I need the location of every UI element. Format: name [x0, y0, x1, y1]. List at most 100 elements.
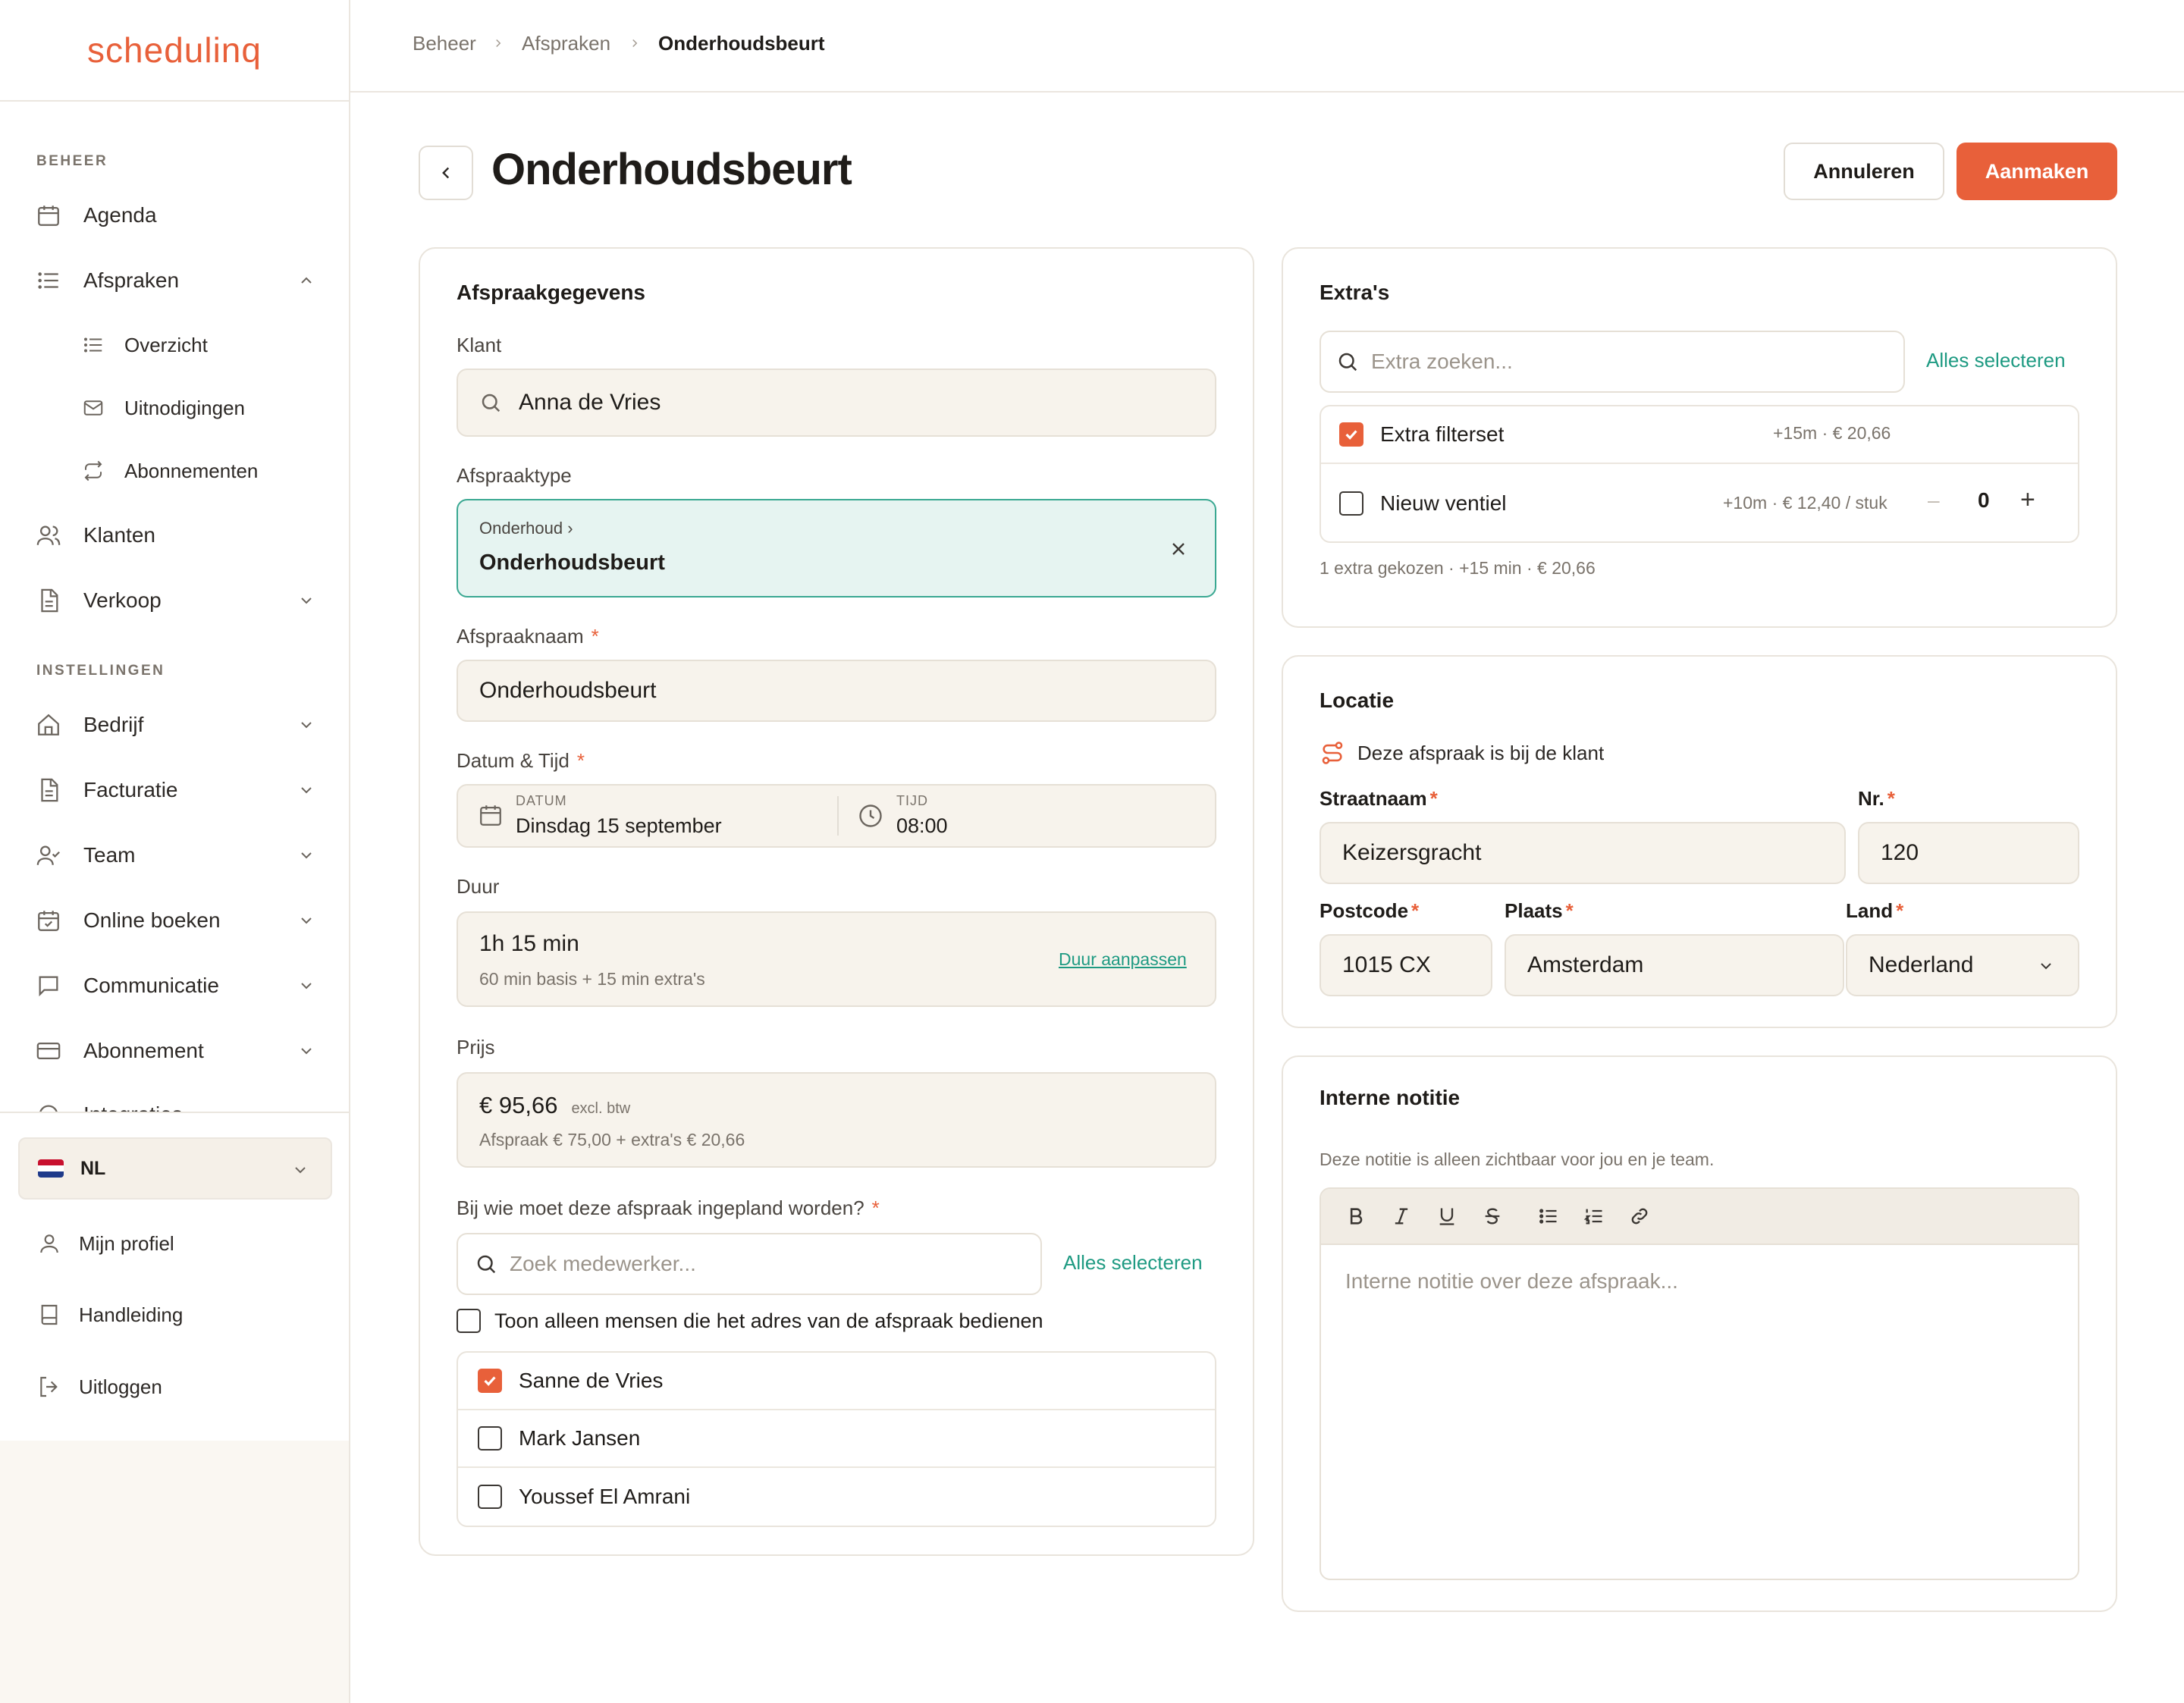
- time-value: 08:00: [896, 814, 948, 837]
- appointment-type-field[interactable]: Onderhoud › Onderhoudsbeurt: [457, 499, 1216, 597]
- bold-icon[interactable]: [1341, 1201, 1371, 1231]
- postcode-input[interactable]: 1015 CX: [1320, 934, 1492, 996]
- employee-row[interactable]: Sanne de Vries: [458, 1353, 1215, 1410]
- sidebar-item-label: Agenda: [83, 203, 157, 227]
- sidebar-subitem-abonnementen[interactable]: Abonnementen: [80, 450, 258, 491]
- extras-search-input[interactable]: Extra zoeken...: [1320, 331, 1905, 393]
- required-asterisk: *: [591, 625, 599, 648]
- checkbox-checked[interactable]: [478, 1369, 502, 1393]
- select-all-extras-link[interactable]: Alles selecteren: [1926, 349, 2066, 372]
- chevron-down-icon[interactable]: [297, 716, 315, 734]
- plug-icon: [33, 1099, 64, 1112]
- clock-icon: [859, 804, 882, 827]
- decrement-button[interactable]: –: [1928, 488, 1940, 513]
- close-icon[interactable]: [1168, 538, 1189, 560]
- chevron-right-icon: [632, 39, 638, 48]
- house-number-input[interactable]: 120: [1858, 822, 2079, 884]
- date-picker[interactable]: DATUM Dinsdag 15 september: [458, 786, 837, 846]
- sidebar-item-uitloggen[interactable]: Uitloggen: [35, 1366, 162, 1408]
- chevron-down-icon[interactable]: [297, 781, 315, 799]
- section-label-instellingen: INSTELLINGEN: [36, 663, 165, 679]
- label-text: Bij wie moet deze afspraak ingepland wor…: [457, 1196, 864, 1219]
- sidebar-item-label: Abonnement: [83, 1039, 204, 1062]
- invoice-icon: [33, 775, 64, 805]
- checkbox-checked[interactable]: [1339, 422, 1363, 447]
- adjust-duration-link[interactable]: Duur aanpassen: [1059, 949, 1187, 970]
- underline-icon[interactable]: [1432, 1201, 1462, 1231]
- employee-row[interactable]: Youssef El Amrani: [458, 1468, 1215, 1526]
- sidebar-item-label: Facturatie: [83, 778, 178, 801]
- bullet-list-icon[interactable]: [1533, 1201, 1564, 1231]
- chevron-up-icon[interactable]: [297, 271, 315, 290]
- breadcrumb-current: Onderhoudsbeurt: [658, 32, 825, 55]
- increment-button[interactable]: +: [2020, 485, 2035, 515]
- label-text: Land: [1846, 899, 1894, 922]
- checkbox-unchecked[interactable]: [1339, 491, 1363, 516]
- sidebar-item-afspraken[interactable]: Afspraken: [33, 258, 315, 303]
- chevron-down-icon[interactable]: [297, 911, 315, 930]
- appointment-name-input[interactable]: Onderhoudsbeurt: [457, 660, 1216, 722]
- appointment-name-value: Onderhoudsbeurt: [479, 678, 657, 703]
- duration-field: 1h 15 min 60 min basis + 15 min extra's …: [457, 911, 1216, 1007]
- sidebar-item-facturatie[interactable]: Facturatie: [33, 767, 315, 813]
- checkbox-unchecked[interactable]: [478, 1426, 502, 1451]
- create-button[interactable]: Aanmaken: [1956, 143, 2117, 200]
- breadcrumb-afspraken[interactable]: Afspraken: [522, 32, 610, 55]
- employee-row[interactable]: Mark Jansen: [458, 1410, 1215, 1468]
- chevron-down-icon[interactable]: [297, 977, 315, 995]
- app-logo[interactable]: schedulinq: [87, 30, 262, 71]
- back-button[interactable]: [419, 146, 473, 200]
- breadcrumb-beheer[interactable]: Beheer: [413, 32, 476, 55]
- address-filter-checkbox[interactable]: [457, 1309, 481, 1333]
- address-filter-checkbox-row[interactable]: Toon alleen mensen die het adres van de …: [457, 1309, 1043, 1333]
- extra-row[interactable]: Nieuw ventiel +10m · € 12,40 / stuk – 0 …: [1321, 464, 2078, 541]
- sidebar-item-agenda[interactable]: Agenda: [33, 193, 315, 238]
- sidebar-subitem-overzicht[interactable]: Overzicht: [80, 325, 208, 365]
- note-textarea[interactable]: Interne notitie over deze afspraak...: [1345, 1269, 1678, 1294]
- chevron-down-icon[interactable]: [297, 1042, 315, 1060]
- users-icon: [33, 520, 64, 550]
- sidebar-item-team[interactable]: Team: [33, 833, 315, 878]
- required-asterisk: *: [576, 749, 585, 772]
- field-label-klant: Klant: [457, 334, 502, 356]
- checkbox-unchecked[interactable]: [478, 1485, 502, 1509]
- link-icon[interactable]: [1624, 1201, 1655, 1231]
- sidebar-item-verkoop[interactable]: Verkoop: [33, 578, 315, 623]
- sidebar-item-handleiding[interactable]: Handleiding: [35, 1294, 183, 1336]
- price-value: € 95,66: [479, 1092, 558, 1118]
- sidebar-item-label: Bedrijf: [83, 713, 144, 736]
- italic-icon[interactable]: [1386, 1201, 1417, 1231]
- country-select[interactable]: Nederland: [1846, 934, 2079, 996]
- sidebar-subitem-uitnodigingen[interactable]: Uitnodigingen: [80, 387, 245, 428]
- sidebar-item-label: Handleiding: [79, 1303, 184, 1326]
- check-icon: [1345, 430, 1357, 440]
- extra-row[interactable]: Extra filterset +15m · € 20,66: [1321, 406, 2078, 464]
- price-excl: excl. btw: [571, 1100, 631, 1117]
- required-asterisk: *: [1429, 787, 1438, 810]
- client-field[interactable]: Anna de Vries: [457, 369, 1216, 437]
- sidebar-item-integraties[interactable]: Integraties: [33, 1092, 315, 1112]
- numbered-list-icon[interactable]: [1579, 1201, 1609, 1231]
- field-label-straatnaam: Straatnaam *: [1320, 787, 1438, 811]
- chevron-down-icon[interactable]: [297, 846, 315, 864]
- city-input[interactable]: Amsterdam: [1505, 934, 1844, 996]
- sidebar-item-mijn-profiel[interactable]: Mijn profiel: [35, 1222, 174, 1265]
- sidebar-item-bedrijf[interactable]: Bedrijf: [33, 702, 315, 748]
- cancel-button[interactable]: Annuleren: [1784, 143, 1944, 200]
- employee-search-placeholder: Zoek medewerker...: [510, 1252, 696, 1275]
- select-all-employees-link[interactable]: Alles selecteren: [1063, 1251, 1203, 1275]
- label-text: Plaats: [1505, 899, 1563, 922]
- time-picker[interactable]: TIJD 08:00: [839, 786, 1215, 846]
- sidebar-item-klanten[interactable]: Klanten: [33, 513, 315, 558]
- strikethrough-icon[interactable]: [1477, 1201, 1508, 1231]
- language-selector[interactable]: NL: [18, 1137, 332, 1200]
- sidebar-item-online-boeken[interactable]: Online boeken: [33, 898, 315, 943]
- field-label-datum-tijd: Datum & Tijd *: [457, 749, 585, 773]
- employee-search-input[interactable]: Zoek medewerker...: [457, 1233, 1042, 1295]
- street-input[interactable]: Keizersgracht: [1320, 822, 1846, 884]
- sidebar-item-communicatie[interactable]: Communicatie: [33, 963, 315, 1008]
- field-label-afspraaktype: Afspraaktype: [457, 464, 572, 487]
- sidebar-item-abonnement[interactable]: Abonnement: [33, 1028, 315, 1074]
- chat-icon: [33, 971, 64, 1001]
- chevron-down-icon[interactable]: [297, 591, 315, 610]
